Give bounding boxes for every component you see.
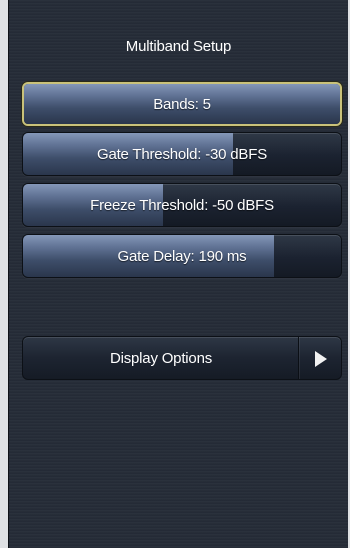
gate-delay-label: Gate Delay: 190 ms: [117, 247, 247, 265]
display-options-label: Display Options: [109, 349, 213, 367]
divider: [298, 337, 299, 379]
display-options-button[interactable]: Display Options: [22, 336, 342, 380]
bands-control[interactable]: Bands: 5: [22, 82, 342, 126]
gate-threshold-label: Gate Threshold: -30 dBFS: [96, 145, 267, 163]
gate-delay-control[interactable]: Gate Delay: 190 ms: [22, 234, 342, 278]
chevron-right-icon[interactable]: [313, 350, 329, 368]
bands-label: Bands: 5: [153, 95, 211, 113]
gate-threshold-control[interactable]: Gate Threshold: -30 dBFS: [22, 132, 342, 176]
freeze-threshold-control[interactable]: Freeze Threshold: -50 dBFS: [22, 183, 342, 227]
page-title: Multiband Setup: [125, 38, 232, 55]
setup-panel: Multiband Setup Bands: 5 Gate Threshold:…: [8, 0, 348, 548]
freeze-threshold-label: Freeze Threshold: -50 dBFS: [90, 196, 274, 214]
